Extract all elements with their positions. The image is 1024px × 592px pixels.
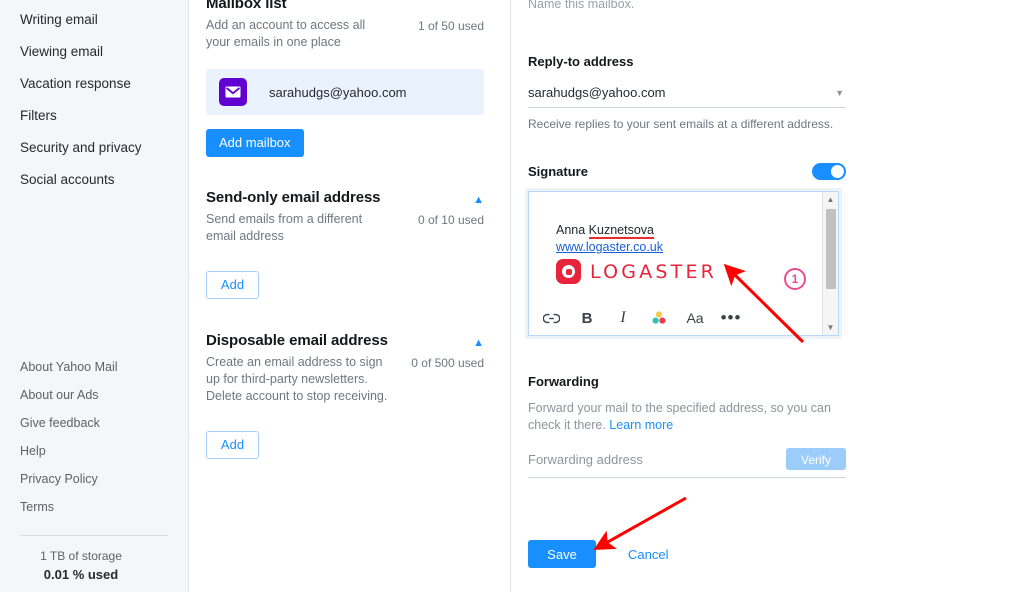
send-only-count: 0 of 10 used: [417, 213, 484, 227]
footer-link-about-yahoo-mail[interactable]: About Yahoo Mail: [0, 353, 188, 381]
storage-total-label: 1 TB of storage: [40, 549, 122, 563]
chevron-up-icon[interactable]: ▲: [473, 188, 484, 208]
reply-to-label: Reply-to address: [528, 54, 634, 69]
forwarding-title: Forwarding: [528, 374, 599, 389]
annotation-badge-1: 1: [784, 268, 806, 290]
footer-link-about-our-ads[interactable]: About our Ads: [0, 381, 188, 409]
signature-toggle[interactable]: [812, 163, 846, 180]
signature-scrollbar[interactable]: ▲ ▼: [822, 192, 838, 335]
save-button[interactable]: Save: [528, 540, 596, 568]
mailbox-email: sarahudgs@yahoo.com: [269, 84, 407, 100]
toggle-knob: [831, 165, 844, 178]
font-size-icon[interactable]: Aa: [686, 309, 704, 327]
chevron-up-icon[interactable]: ▲: [473, 331, 484, 351]
footer-link-label: Give feedback: [20, 416, 100, 430]
sidebar-divider: [20, 535, 168, 536]
storage-used-label: 0.01 % used: [43, 567, 119, 582]
sidebar-footer: About Yahoo Mail About our Ads Give feed…: [0, 353, 188, 592]
signature-last-name: Kuznetsova: [588, 223, 654, 239]
mailbox-settings-column: Mailbox list Add an account to access al…: [189, 0, 511, 592]
chevron-down-icon: ▼: [835, 87, 844, 98]
action-buttons: Save Cancel: [528, 540, 846, 568]
settings-page: Writing email Viewing email Vacation res…: [0, 0, 1024, 592]
footer-link-privacy-policy[interactable]: Privacy Policy: [0, 465, 188, 493]
footer-link-give-feedback[interactable]: Give feedback: [0, 409, 188, 437]
footer-link-label: About Yahoo Mail: [20, 360, 118, 374]
mailbox-list-section: Mailbox list Add an account to access al…: [206, 0, 484, 157]
footer-link-help[interactable]: Help: [0, 437, 188, 465]
scroll-down-arrow-icon[interactable]: ▼: [823, 320, 838, 335]
sidebar-item-label: Security and privacy: [20, 140, 142, 155]
reply-to-value: sarahudgs@yahoo.com: [528, 85, 666, 100]
sidebar-item-label: Viewing email: [20, 44, 104, 59]
logaster-wordmark: LOGASTER: [590, 260, 718, 283]
signature-website-link[interactable]: www.logaster.co.uk: [556, 239, 663, 255]
envelope-icon: [219, 78, 247, 106]
disposable-title: Disposable email address: [206, 332, 388, 349]
cancel-button[interactable]: Cancel: [622, 546, 674, 563]
verify-button[interactable]: Verify: [786, 448, 846, 470]
sidebar-item-label: Writing email: [20, 12, 98, 27]
mailbox-name-hint: Name this mailbox.: [528, 0, 635, 11]
footer-link-label: About our Ads: [20, 388, 99, 402]
sidebar-item-vacation-response[interactable]: Vacation response: [0, 68, 188, 100]
reply-to-hint: Receive replies to your sent emails at a…: [528, 117, 834, 131]
disposable-description: Create an email address to sign up for t…: [206, 355, 388, 403]
footer-link-label: Terms: [20, 500, 55, 514]
mailbox-list-description: Add an account to access all your emails…: [206, 18, 366, 49]
signature-toolbar: B I Aa •••: [529, 301, 822, 335]
sidebar-item-filters[interactable]: Filters: [0, 100, 188, 132]
text-color-icon[interactable]: [650, 309, 668, 327]
scroll-up-arrow-icon[interactable]: ▲: [823, 192, 838, 207]
signature-first-name: Anna: [556, 223, 589, 237]
sidebar-item-viewing-email[interactable]: Viewing email: [0, 36, 188, 68]
insert-link-icon[interactable]: [542, 309, 560, 327]
disposable-section: Disposable email address ▲ Create an ema…: [206, 331, 484, 459]
bold-icon[interactable]: B: [578, 309, 596, 327]
list-item[interactable]: sarahudgs@yahoo.com: [206, 69, 484, 115]
forwarding-description-text: Forward your mail to the specified addre…: [528, 401, 831, 432]
reply-to-select[interactable]: sarahudgs@yahoo.com ▼: [528, 79, 846, 108]
sidebar-item-label: Vacation response: [20, 76, 131, 91]
forwarding-address-input[interactable]: Forwarding address: [528, 452, 643, 467]
add-send-only-button[interactable]: Add: [206, 271, 259, 299]
send-only-section: Send-only email address ▲ Send emails fr…: [206, 188, 484, 299]
sidebar-item-writing-email[interactable]: Writing email: [0, 4, 188, 36]
mailbox-list-title: Mailbox list: [206, 0, 287, 12]
sidebar-item-label: Social accounts: [20, 172, 115, 187]
signature-logo: LOGASTER: [556, 259, 822, 284]
scrollbar-thumb[interactable]: [826, 209, 836, 289]
sidebar-nav: Writing email Viewing email Vacation res…: [0, 0, 188, 196]
footer-link-label: Help: [20, 444, 46, 458]
storage-indicator: 1 TB of storage 0.01 % used: [0, 548, 188, 584]
italic-icon[interactable]: I: [614, 309, 632, 327]
signature-name-line: Anna Kuznetsova: [556, 222, 822, 239]
signature-editor[interactable]: Anna Kuznetsova www.logaster.co.uk LOGAS…: [525, 188, 842, 339]
settings-sidebar: Writing email Viewing email Vacation res…: [0, 0, 189, 592]
signature-label: Signature: [528, 164, 588, 179]
sidebar-item-social-accounts[interactable]: Social accounts: [0, 164, 188, 196]
forwarding-description: Forward your mail to the specified addre…: [528, 400, 846, 434]
learn-more-link[interactable]: Learn more: [609, 418, 673, 432]
mailbox-list-count: 1 of 50 used: [417, 19, 484, 33]
sidebar-item-security-and-privacy[interactable]: Security and privacy: [0, 132, 188, 164]
signature-header: Signature: [528, 163, 846, 180]
send-only-description: Send emails from a different email addre…: [206, 212, 363, 243]
forwarding-address-row[interactable]: Forwarding address Verify: [528, 448, 846, 478]
disposable-count: 0 of 500 used: [411, 356, 484, 370]
footer-link-label: Privacy Policy: [20, 472, 98, 486]
more-options-icon[interactable]: •••: [721, 309, 741, 327]
signature-content[interactable]: Anna Kuznetsova www.logaster.co.uk LOGAS…: [529, 192, 822, 301]
add-disposable-button[interactable]: Add: [206, 431, 259, 459]
mailbox-detail-column: Name this mailbox. Reply-to address sara…: [511, 0, 1024, 592]
send-only-title: Send-only email address: [206, 189, 381, 206]
logaster-logo-icon: [556, 259, 581, 284]
sidebar-item-label: Filters: [20, 108, 57, 123]
footer-link-terms[interactable]: Terms: [0, 493, 188, 521]
add-mailbox-button[interactable]: Add mailbox: [206, 129, 304, 157]
